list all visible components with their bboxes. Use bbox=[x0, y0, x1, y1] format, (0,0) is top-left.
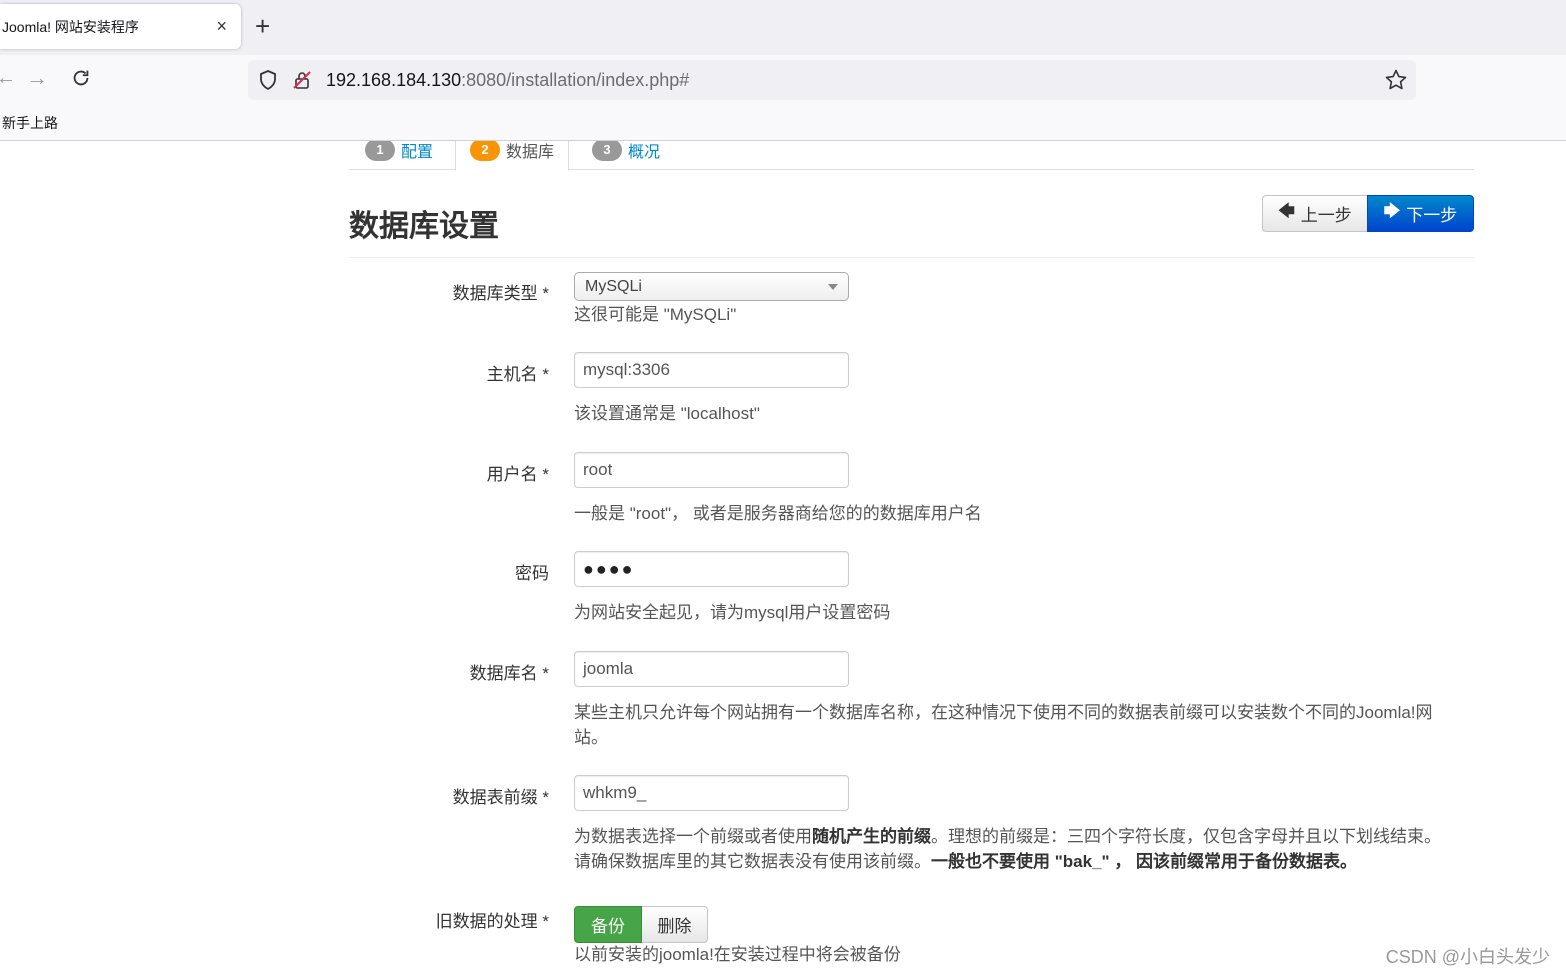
host-help: 该设置通常是 "localhost" bbox=[574, 404, 760, 423]
prefix-help-text: 为数据表选择一个前缀或者使用 bbox=[574, 827, 812, 846]
browser-tab[interactable]: Joomla! 网站安装程序 × bbox=[0, 4, 241, 49]
form-row-host: 主机名 * mysql:3306 该设置通常是 "localhost" bbox=[349, 352, 1474, 432]
password-label: 密码 bbox=[515, 564, 549, 583]
form-row-db-name: 数据库名 * joomla 某些主机只允许每个网站拥有一个数据库名称，在这种情况… bbox=[349, 651, 1474, 751]
backup-option-button[interactable]: 备份 bbox=[574, 906, 642, 943]
nav-button-group: 🡄 上一步 🡆 下一步 bbox=[1262, 195, 1474, 232]
form-row-prefix: 数据表前缀 * whkm9_ 为数据表选择一个前缀或者使用随机产生的前缀。理想的… bbox=[349, 775, 1474, 875]
back-arrow-icon[interactable]: ← bbox=[0, 67, 16, 90]
password-help: 为网站安全起见，请为mysql用户设置密码 bbox=[574, 603, 891, 622]
step-number-badge: 1 bbox=[365, 141, 395, 161]
bookmark-star-icon[interactable] bbox=[1384, 68, 1408, 92]
form-row-old-data: 旧数据的处理 * 备份 删除 以前安装的joomla!在安装过程中将会被备份 bbox=[349, 906, 1474, 975]
db-name-help-line2: 站。 bbox=[574, 728, 608, 747]
username-label: 用户名 * bbox=[486, 465, 549, 484]
old-data-help: 以前安装的joomla!在安装过程中将会被备份 bbox=[574, 945, 901, 964]
reload-icon[interactable] bbox=[70, 67, 92, 89]
prefix-help-line1: 为数据表选择一个前缀或者使用随机产生的前缀。理想的前缀是：三四个字符长度，仅包含… bbox=[574, 824, 1474, 849]
old-data-label: 旧数据的处理 * bbox=[435, 912, 549, 931]
bookmark-item[interactable]: 新手上路 bbox=[2, 113, 58, 133]
forward-arrow-icon[interactable]: → bbox=[26, 65, 48, 91]
next-button-label: 下一步 bbox=[1406, 206, 1458, 225]
url-bar[interactable]: 192.168.184.130:8080/installation/index.… bbox=[248, 60, 1416, 100]
previous-button-label: 上一步 bbox=[1300, 206, 1352, 225]
url-text[interactable]: 192.168.184.130:8080/installation/index.… bbox=[326, 70, 689, 91]
step-number-badge: 3 bbox=[592, 141, 622, 161]
prefix-label: 数据表前缀 * bbox=[452, 788, 549, 807]
step-label: 数据库 bbox=[506, 144, 555, 161]
step-label: 配置 bbox=[401, 143, 434, 161]
tab-database[interactable]: 2 数据库 bbox=[455, 141, 570, 171]
tab-config[interactable]: 1 配置 bbox=[365, 141, 433, 170]
arrow-right-icon: 🡆 bbox=[1383, 203, 1401, 220]
prefix-help: 为数据表选择一个前缀或者使用随机产生的前缀。理想的前缀是：三四个字符长度，仅包含… bbox=[574, 824, 1474, 874]
db-type-label: 数据库类型 * bbox=[452, 284, 549, 303]
step-number-badge: 2 bbox=[470, 141, 500, 161]
url-host: 192.168.184.130 bbox=[326, 70, 462, 90]
prefix-help-line2: 请确保数据库里的其它数据表没有使用该前缀。一般也不要使用 "bak_" ， 因该… bbox=[574, 849, 1474, 874]
db-name-value: joomla bbox=[583, 659, 634, 678]
username-value: root bbox=[583, 460, 613, 479]
form-row-db-type: 数据库类型 * MySQLi 这很可能是 "MySQLi" bbox=[349, 272, 1474, 332]
new-tab-button[interactable]: + bbox=[255, 12, 270, 40]
url-path: :8080/installation/index.php# bbox=[461, 70, 690, 90]
insecure-lock-icon[interactable] bbox=[292, 70, 312, 90]
host-label: 主机名 * bbox=[486, 365, 549, 384]
close-tab-icon[interactable]: × bbox=[216, 16, 227, 36]
browser-navbar: ← → 192.168.184.130:8080/installation/in… bbox=[0, 55, 1566, 105]
prefix-help-bold: 一般也不要使用 "bak_" ， 因该前缀常用于备份数据表。 bbox=[931, 852, 1358, 871]
divider bbox=[349, 257, 1474, 258]
password-input[interactable]: ●●●● bbox=[574, 551, 849, 587]
db-name-label: 数据库名 * bbox=[469, 664, 549, 683]
previous-button[interactable]: 🡄 上一步 bbox=[1262, 195, 1367, 232]
chevron-down-icon bbox=[828, 284, 838, 290]
password-value: ●●●● bbox=[583, 558, 635, 579]
bookmarks-bar: 新手上路 bbox=[0, 105, 1566, 141]
prefix-value: whkm9_ bbox=[583, 783, 647, 802]
form-row-username: 用户名 * root 一般是 "root"， 或者是服务器商给您的的数据库用户名 bbox=[349, 452, 1474, 532]
browser-tabstrip: Joomla! 网站安装程序 × + bbox=[0, 0, 1566, 55]
arrow-left-icon: 🡄 bbox=[1278, 203, 1295, 220]
host-input[interactable]: mysql:3306 bbox=[574, 352, 849, 388]
page-title: 数据库设置 bbox=[349, 210, 499, 243]
shield-icon[interactable] bbox=[259, 70, 277, 90]
db-type-value: MySQLi bbox=[585, 277, 642, 295]
delete-option-button[interactable]: 删除 bbox=[642, 906, 708, 943]
tab-overview[interactable]: 3 概况 bbox=[592, 141, 660, 170]
step-label: 概况 bbox=[628, 143, 661, 161]
prefix-help-text: 请确保数据库里的其它数据表没有使用该前缀。 bbox=[574, 852, 931, 871]
form-row-password: 密码 ●●●● 为网站安全起见，请为mysql用户设置密码 bbox=[349, 551, 1474, 631]
username-input[interactable]: root bbox=[574, 452, 849, 488]
db-name-help-line1: 某些主机只允许每个网站拥有一个数据库名称，在这种情况下使用不同的数据表前缀可以安… bbox=[574, 703, 1433, 722]
install-steps-tabs: 1 配置 2 数据库 3 概况 bbox=[349, 141, 1474, 171]
username-help: 一般是 "root"， 或者是服务器商给您的的数据库用户名 bbox=[574, 504, 982, 523]
db-name-input[interactable]: joomla bbox=[574, 651, 849, 687]
tab-title: Joomla! 网站安装程序 bbox=[2, 18, 139, 35]
prefix-help-bold: 随机产生的前缀 bbox=[812, 827, 931, 846]
prefix-input[interactable]: whkm9_ bbox=[574, 775, 849, 811]
watermark: CSDN @小白头发少 bbox=[1385, 947, 1550, 967]
page-content: 1 配置 2 数据库 3 概况 数据库设置 🡄 上一步 🡆 下一步 数据库类型 … bbox=[0, 141, 1566, 975]
old-data-toggle: 备份 删除 bbox=[574, 906, 708, 943]
db-type-select[interactable]: MySQLi bbox=[574, 272, 849, 301]
db-type-help: 这很可能是 "MySQLi" bbox=[574, 305, 737, 324]
db-name-help: 某些主机只允许每个网站拥有一个数据库名称，在这种情况下使用不同的数据表前缀可以安… bbox=[574, 700, 1474, 750]
next-button[interactable]: 🡆 下一步 bbox=[1367, 195, 1474, 232]
host-value: mysql:3306 bbox=[583, 360, 670, 379]
prefix-help-text: 。理想的前缀是：三四个字符长度，仅包含字母并且以下划线结束。 bbox=[931, 827, 1441, 846]
